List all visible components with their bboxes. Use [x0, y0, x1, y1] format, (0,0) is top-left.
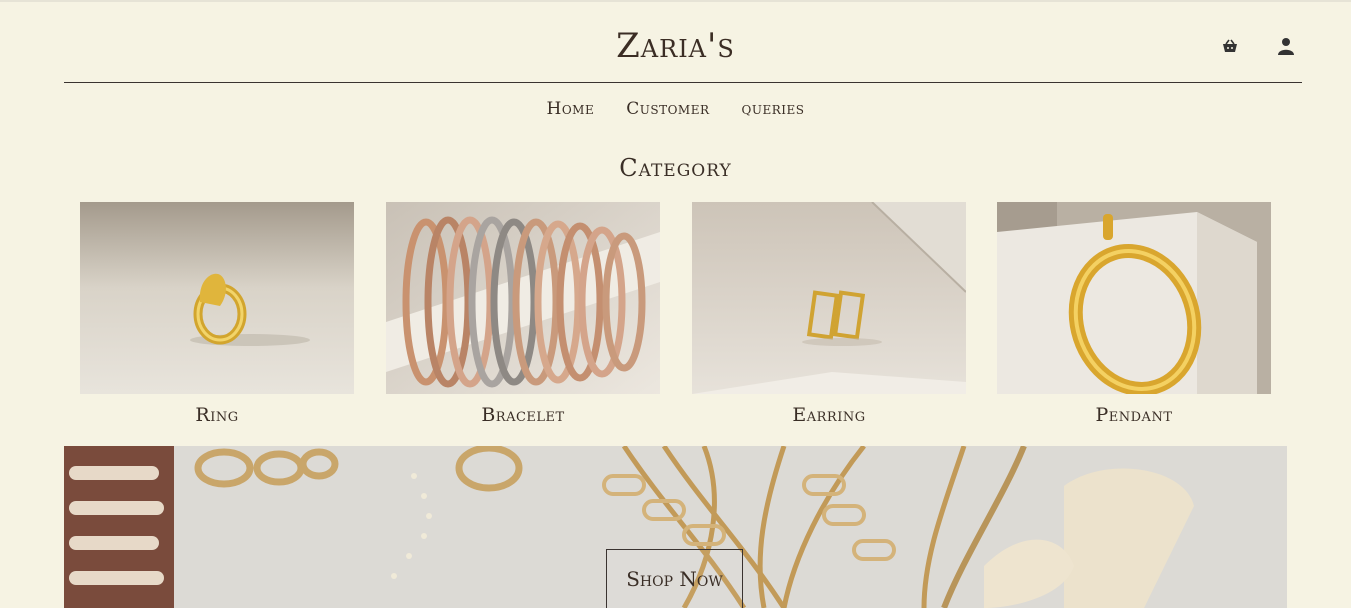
basket-icon[interactable]	[1220, 36, 1240, 56]
nav-queries[interactable]: queries	[742, 99, 805, 119]
shop-now-button[interactable]: Shop Now	[606, 549, 743, 608]
category-label-pendant: Pendant	[1095, 404, 1173, 426]
bracelet-image[interactable]	[386, 202, 660, 394]
category-label-ring: Ring	[195, 404, 239, 426]
user-icon[interactable]	[1276, 36, 1296, 56]
category-label-bracelet: Bracelet	[481, 404, 565, 426]
page: Zaria's Home Customer queries Category R…	[0, 0, 1351, 608]
category-title: Category	[619, 154, 732, 182]
header-divider	[64, 82, 1302, 83]
nav-customer[interactable]: Customer	[626, 99, 709, 119]
hero-banner: Shop Now	[64, 446, 1287, 608]
category-label-earring: Earring	[792, 404, 866, 426]
ring-image[interactable]	[80, 202, 354, 394]
category-card-bracelet[interactable]: Bracelet	[386, 202, 660, 426]
brand-logo[interactable]: Zaria's	[0, 26, 1351, 66]
main-nav: Home Customer queries	[0, 99, 1351, 119]
header-icons	[1220, 36, 1296, 56]
top-border	[0, 0, 1351, 2]
category-card-ring[interactable]: Ring	[80, 202, 354, 426]
category-card-pendant[interactable]: Pendant	[997, 202, 1271, 426]
nav-home[interactable]: Home	[547, 99, 595, 119]
category-card-earring[interactable]: Earring	[692, 202, 966, 426]
pendant-image[interactable]	[997, 202, 1271, 394]
earring-image[interactable]	[692, 202, 966, 394]
